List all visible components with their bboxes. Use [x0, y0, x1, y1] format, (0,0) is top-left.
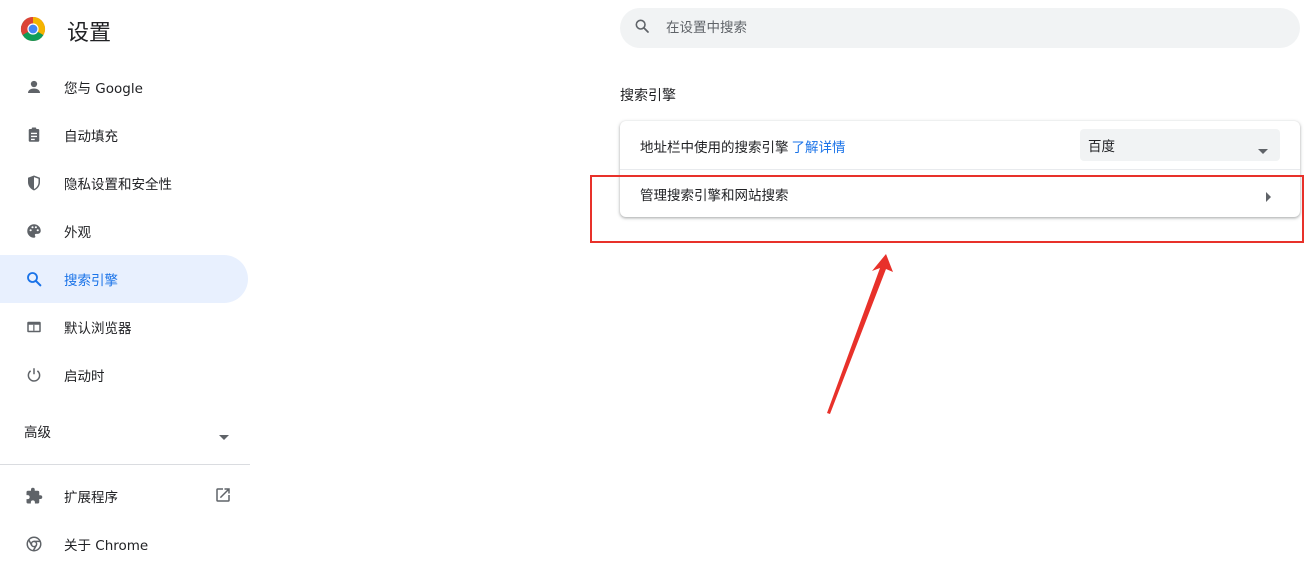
sidebar-item-appearance[interactable]: 外观	[0, 207, 248, 255]
sidebar-item-about-chrome[interactable]: 关于 Chrome	[0, 520, 248, 568]
sidebar-item-label: 外观	[64, 225, 91, 241]
clipboard-icon	[24, 125, 44, 145]
search-engine-card: 地址栏中使用的搜索引擎 了解详情 百度 管理搜索引擎和网站搜索	[620, 121, 1300, 217]
sidebar-item-autofill[interactable]: 自动填充	[0, 111, 248, 159]
address-bar-engine-label: 地址栏中使用的搜索引擎	[640, 140, 789, 156]
sidebar-item-default-browser[interactable]: 默认浏览器	[0, 303, 248, 351]
arrow-right-icon	[1266, 187, 1272, 206]
chrome-icon	[24, 534, 44, 554]
section-title: 搜索引擎	[620, 88, 676, 104]
sidebar-item-label: 搜索引擎	[64, 273, 118, 289]
manage-search-engines-label: 管理搜索引擎和网站搜索	[640, 188, 789, 204]
puzzle-icon	[24, 486, 44, 506]
search-engine-selected-value: 百度	[1088, 139, 1115, 155]
sidebar-item-label: 关于 Chrome	[64, 538, 149, 554]
advanced-label: 高级	[24, 425, 51, 441]
address-bar-engine-row: 地址栏中使用的搜索引擎 了解详情 百度	[620, 121, 1300, 169]
sidebar-bottom-nav: 扩展程序 关于 Chrome	[0, 472, 250, 568]
sidebar-divider	[0, 464, 250, 465]
sidebar-item-label: 默认浏览器	[64, 321, 132, 337]
page-title: 设置	[67, 21, 112, 46]
settings-search-bar[interactable]	[620, 8, 1300, 48]
caret-down-icon	[219, 429, 229, 445]
sidebar-item-label: 启动时	[64, 369, 105, 385]
search-icon	[634, 18, 650, 38]
sidebar-item-on-startup[interactable]: 启动时	[0, 351, 248, 399]
sidebar-item-you-and-google[interactable]: 您与 Google	[0, 63, 248, 111]
chrome-logo-icon	[20, 16, 46, 42]
palette-icon	[24, 221, 44, 241]
sidebar-item-label: 您与 Google	[64, 81, 143, 97]
search-icon	[24, 269, 44, 289]
sidebar-item-label: 扩展程序	[64, 490, 118, 506]
sidebar-nav: 您与 Google 自动填充 隐私设置和安全性 外观 搜索引擎 默认浏览器 启动…	[0, 63, 250, 399]
advanced-toggle[interactable]: 高级	[0, 407, 250, 455]
search-engine-select[interactable]: 百度	[1080, 129, 1280, 161]
sidebar-item-search-engine[interactable]: 搜索引擎	[0, 255, 248, 303]
sidebar-item-extensions[interactable]: 扩展程序	[0, 472, 248, 520]
learn-more-link[interactable]: 了解详情	[792, 140, 846, 156]
manage-search-engines-row[interactable]: 管理搜索引擎和网站搜索	[620, 170, 1300, 217]
open-in-new-icon	[214, 486, 232, 508]
person-icon	[24, 77, 44, 97]
sidebar-item-label: 自动填充	[64, 129, 118, 145]
sidebar-item-privacy[interactable]: 隐私设置和安全性	[0, 159, 248, 207]
search-input[interactable]	[664, 19, 1228, 37]
shield-icon	[24, 173, 44, 193]
sidebar-item-label: 隐私设置和安全性	[64, 177, 172, 193]
caret-down-icon	[1258, 143, 1268, 159]
power-icon	[24, 365, 44, 385]
browser-window-icon	[24, 317, 44, 337]
